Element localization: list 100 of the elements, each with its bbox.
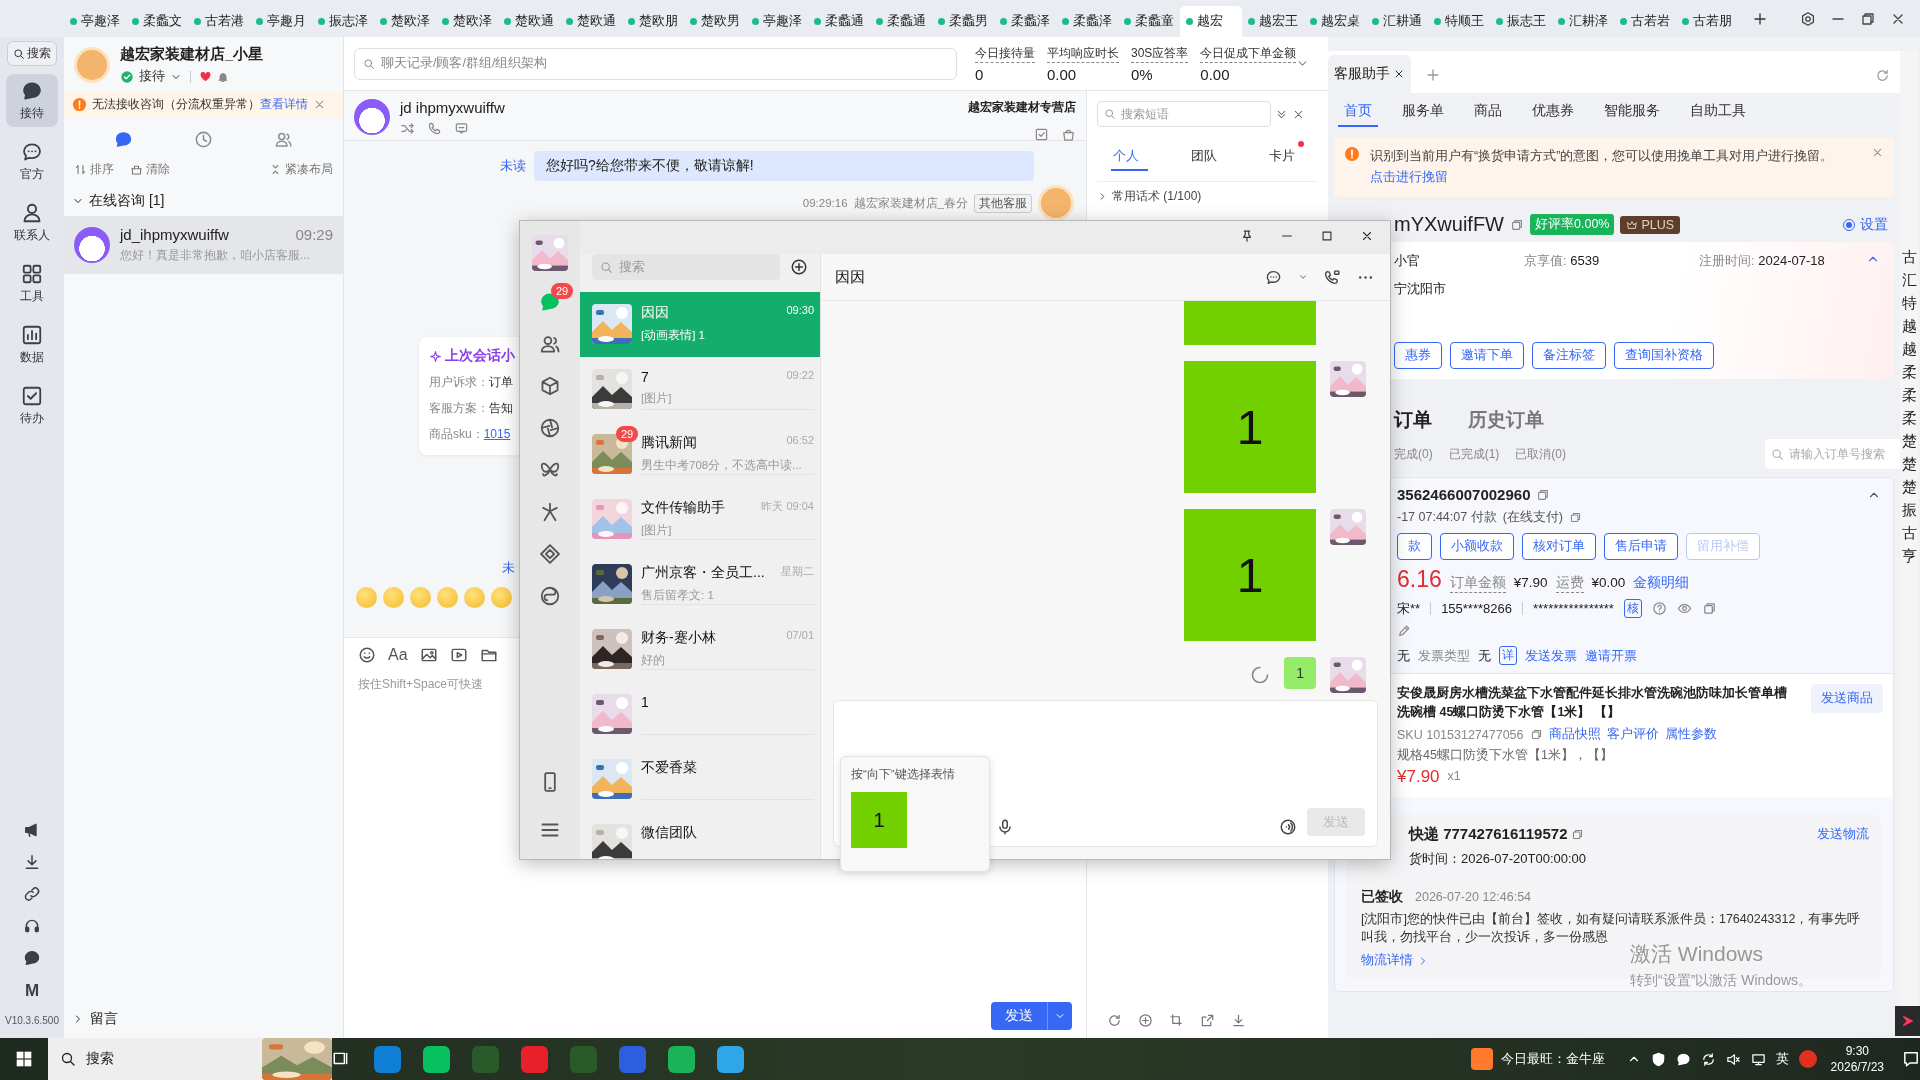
product-link[interactable]: 属性参数 bbox=[1664, 726, 1717, 743]
copy-icon[interactable] bbox=[1529, 728, 1543, 741]
copy-icon[interactable] bbox=[1701, 601, 1717, 616]
action-button[interactable]: 惠券 bbox=[1394, 342, 1442, 369]
font-button[interactable]: Aa bbox=[388, 646, 408, 664]
app-icon[interactable] bbox=[668, 1045, 695, 1073]
conversation-item[interactable]: jd_ihpmyxwuiffw 09:29 您好！真是非常抱歉，咱小店客服... bbox=[64, 216, 343, 274]
order-action-button[interactable]: 款 bbox=[1397, 533, 1432, 560]
nav-tab[interactable]: 自助工具 bbox=[1684, 101, 1752, 127]
nav-item[interactable]: 联系人 bbox=[6, 196, 58, 249]
nav-tab[interactable]: 智能服务 bbox=[1598, 101, 1666, 127]
toolbar-button[interactable]: 排序 bbox=[74, 161, 114, 178]
link-icon[interactable] bbox=[23, 885, 41, 903]
invite-invoice-link[interactable]: 邀请开票 bbox=[1585, 646, 1637, 665]
nav-item[interactable]: 工具 bbox=[6, 257, 58, 310]
chat-item[interactable]: 29 腾讯新闻 06:52 男生中考708分，不选高中读... bbox=[580, 422, 820, 487]
shop-tab[interactable]: 楚欧通 bbox=[498, 6, 560, 37]
order-tab[interactable]: 订单 bbox=[1394, 407, 1432, 433]
help-icon[interactable] bbox=[1651, 601, 1667, 616]
shop-tab[interactable]: 古若朋 bbox=[1676, 6, 1738, 37]
eye-icon[interactable] bbox=[1676, 601, 1692, 616]
shop-tab[interactable]: 振志王 bbox=[1490, 6, 1552, 37]
shop-tab[interactable]: 亭趣月 bbox=[250, 6, 312, 37]
toolbar-button[interactable]: 紧凑布局 bbox=[269, 161, 333, 178]
shop-tab[interactable]: 越宏 bbox=[1180, 6, 1242, 37]
contacts-icon[interactable] bbox=[539, 333, 561, 355]
download-icon[interactable] bbox=[1231, 1013, 1246, 1028]
order-action-button[interactable]: 核对订单 bbox=[1522, 533, 1596, 560]
image-icon[interactable] bbox=[419, 646, 438, 664]
nav-tab[interactable]: 服务单 bbox=[1396, 101, 1450, 127]
sticker[interactable]: 1 bbox=[851, 792, 907, 848]
order-action-button[interactable]: 小额收款 bbox=[1440, 533, 1514, 560]
nav-item[interactable]: 官方 bbox=[6, 135, 58, 188]
toolbar-button[interactable]: 清除 bbox=[130, 161, 170, 178]
tab[interactable]: 卡片 bbox=[1267, 141, 1304, 171]
details-button[interactable]: 详 bbox=[1499, 646, 1517, 665]
group-header[interactable]: 留言 bbox=[64, 1000, 343, 1038]
shop-tab[interactable]: 古若港 bbox=[188, 6, 250, 37]
voice-icon[interactable] bbox=[1279, 818, 1297, 836]
verify-button[interactable]: 核 bbox=[1623, 599, 1642, 618]
tab[interactable]: 团队 bbox=[1189, 141, 1226, 171]
share-icon[interactable] bbox=[1200, 1013, 1215, 1028]
shop-tab[interactable]: 柔蠡通 bbox=[870, 6, 932, 37]
restore-icon[interactable] bbox=[1860, 10, 1876, 27]
app-icon[interactable] bbox=[374, 1045, 401, 1073]
group-header[interactable]: 在线咨询 [1] bbox=[64, 186, 343, 216]
shop-tab[interactable]: 亭趣泽 bbox=[746, 6, 808, 37]
shop-tab[interactable]: 汇耕泽 bbox=[1552, 6, 1614, 37]
search-button[interactable]: 搜索 bbox=[7, 41, 57, 66]
maximize-icon[interactable] bbox=[1320, 229, 1334, 243]
app-icon[interactable] bbox=[423, 1045, 450, 1073]
sparkle-icon[interactable] bbox=[539, 501, 561, 523]
shop-tab[interactable]: 楚欧通 bbox=[560, 6, 622, 37]
copy-icon[interactable] bbox=[1569, 511, 1582, 524]
input-method[interactable]: 英 bbox=[1775, 1050, 1789, 1068]
pin-icon[interactable] bbox=[1240, 229, 1254, 243]
crop-icon[interactable] bbox=[1169, 1013, 1184, 1028]
nav-item[interactable]: 待办 bbox=[6, 379, 58, 432]
emoji-icon[interactable] bbox=[358, 646, 376, 664]
shop-tab[interactable]: 楚欧男 bbox=[684, 6, 746, 37]
tab[interactable]: 个人 bbox=[1111, 141, 1148, 171]
product-link[interactable]: 商品快照 bbox=[1548, 726, 1601, 743]
shop-tab[interactable]: 柔蠡文 bbox=[126, 6, 188, 37]
chevron-down-icon[interactable] bbox=[1298, 272, 1308, 282]
folder-item[interactable]: 常用话术 (1/100) bbox=[1097, 181, 1318, 205]
app-icon[interactable] bbox=[717, 1045, 744, 1073]
retain-link[interactable]: 点击进行挽留 bbox=[1370, 170, 1448, 184]
add-icon[interactable] bbox=[790, 258, 808, 276]
amount-details-link[interactable]: 金额明细 bbox=[1633, 574, 1690, 592]
app-icon[interactable] bbox=[619, 1045, 646, 1073]
order-action-button[interactable]: 售后申请 bbox=[1604, 533, 1678, 560]
refresh-icon[interactable] bbox=[1107, 1013, 1122, 1028]
shop-tab[interactable]: 柔蠡童 bbox=[1118, 6, 1180, 37]
headset-icon[interactable] bbox=[23, 917, 41, 935]
details-link[interactable]: 查看详情 bbox=[260, 98, 308, 110]
notification-icon[interactable] bbox=[1902, 1050, 1920, 1068]
bell-icon[interactable] bbox=[217, 70, 229, 83]
network-icon[interactable] bbox=[1750, 1051, 1766, 1067]
transfer-icon[interactable] bbox=[400, 121, 415, 136]
nav-item[interactable]: 数据 bbox=[6, 318, 58, 371]
shop-tab[interactable]: 亭趣泽 bbox=[64, 6, 126, 37]
action-button[interactable]: 邀请下单 bbox=[1450, 342, 1524, 369]
settings-option[interactable]: 设置 bbox=[1837, 214, 1894, 235]
send-product-button[interactable]: 发送商品 bbox=[1811, 684, 1883, 713]
close-icon[interactable] bbox=[1360, 229, 1374, 243]
search-field[interactable]: 聊天记录/顾客/群组/组织架构 bbox=[354, 47, 957, 80]
status-dropdown[interactable]: 接待 bbox=[139, 68, 165, 85]
clock[interactable]: 9:30 2026/7/23 bbox=[1830, 1043, 1884, 1075]
shop-tab[interactable]: 楚欧泽 bbox=[436, 6, 498, 37]
cube-icon[interactable] bbox=[539, 375, 561, 397]
close-icon[interactable] bbox=[1393, 68, 1405, 80]
shop-tab[interactable]: 振志泽 bbox=[312, 6, 374, 37]
shop-tab[interactable]: 柔蠡泽 bbox=[994, 6, 1056, 37]
action-button[interactable]: 查询国补资格 bbox=[1614, 342, 1714, 369]
copy-icon[interactable] bbox=[1510, 217, 1524, 232]
edit-icon[interactable] bbox=[1397, 624, 1411, 638]
phone-icon[interactable] bbox=[427, 121, 442, 136]
download-icon[interactable] bbox=[23, 853, 41, 871]
nav-tab[interactable]: 商品 bbox=[1468, 101, 1508, 127]
chat-item[interactable]: 微信团队 bbox=[580, 812, 820, 859]
